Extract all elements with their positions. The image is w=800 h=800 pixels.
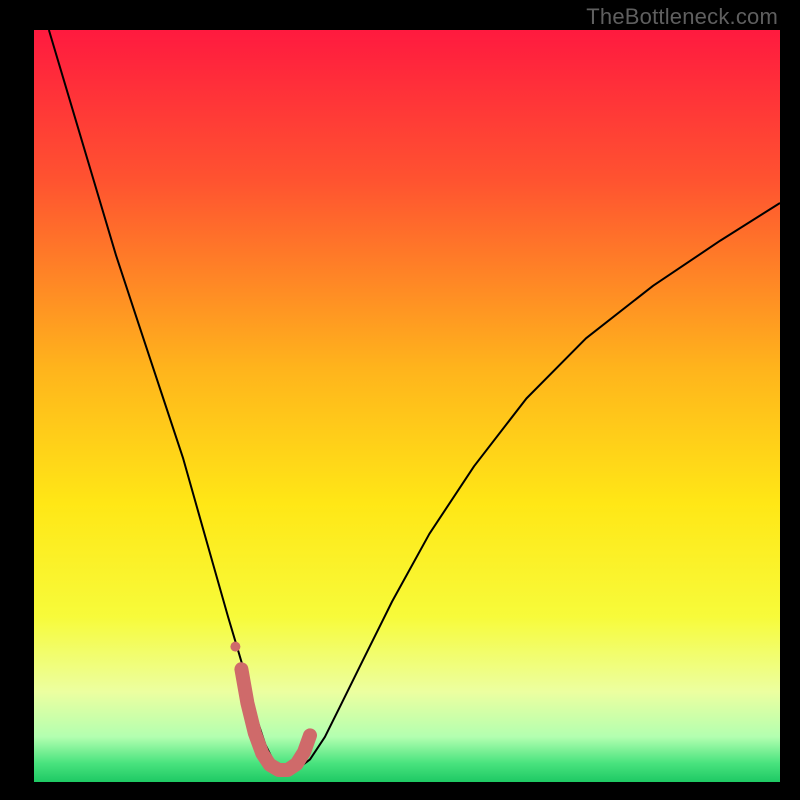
plot-background [34,30,780,782]
chart-frame: TheBottleneck.com [0,0,800,800]
bottleneck-chart [0,0,800,800]
highlight-dot [230,642,240,652]
